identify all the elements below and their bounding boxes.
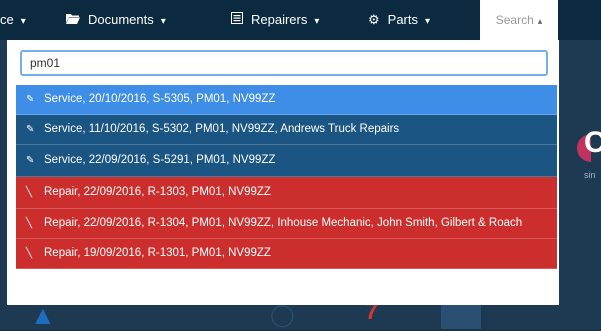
chevron-down-icon: ▾ (425, 16, 431, 27)
result-text: Service, 20/10/2016, S-5305, PM01, NV99Z… (44, 93, 276, 105)
search-result-item[interactable]: ✎ Service, 11/10/2016, S-5302, PM01, NV99… (16, 115, 557, 145)
hammer-icon: ╲ (26, 187, 33, 198)
nav-item-parts[interactable]: ⚙ Parts ▾ (368, 0, 430, 40)
search-results-list: ✎ Service, 20/10/2016, S-5305, PM01, NV99… (16, 85, 557, 269)
nav-item-label: Repairers (251, 12, 308, 27)
tool-icon: ◯ (270, 302, 295, 327)
nav-item-repairers[interactable]: Repairers ▾ (231, 0, 319, 40)
search-input[interactable] (20, 50, 548, 76)
search-result-item[interactable]: ✎ Service, 20/10/2016, S-5305, PM01, NV99… (16, 85, 557, 115)
result-text: Repair, 22/09/2016, R-1304, PM01, NV99ZZ… (44, 217, 523, 229)
hammer-icon: ╲ (26, 218, 33, 229)
chevron-down-icon: ▾ (20, 16, 26, 27)
chevron-down-icon: ▾ (314, 16, 320, 27)
wrench-icon: ✎ (26, 124, 35, 135)
chevron-down-icon: ▾ (160, 16, 166, 27)
top-navbar: ce ▾ Documents ▾ Repairers ▾ ⚙ Parts ▾ Search… (0, 0, 601, 40)
result-text: Service, 22/09/2016, S-5291, PM01, NV99Z… (44, 154, 276, 166)
search-menu-label: Search (495, 13, 534, 27)
folder-open-icon (66, 0, 80, 40)
wrench-icon: ✎ (26, 94, 35, 105)
hammer-icon: ╲ (26, 248, 33, 259)
search-menu-toggle[interactable]: Search ▴ (480, 0, 558, 40)
search-result-item[interactable]: ✎ Service, 22/09/2016, S-5291, PM01, NV99… (16, 145, 557, 177)
nav-item-label: Parts (387, 12, 418, 27)
result-text: Repair, 22/09/2016, R-1303, PM01, NV99ZZ (44, 186, 271, 198)
search-result-item[interactable]: ╲ Repair, 22/09/2016, R-1304, PM01, NV99Z… (16, 209, 557, 239)
search-result-item[interactable]: ╲ Repair, 19/09/2016, R-1301, PM01, NV99Z… (16, 239, 557, 269)
nav-item-label: ce (0, 12, 14, 27)
nav-item-documents[interactable]: Documents ▾ (66, 0, 166, 40)
nav-item-service[interactable]: ce ▾ (0, 0, 26, 40)
result-text: Repair, 19/09/2016, R-1301, PM01, NV99ZZ (44, 247, 271, 259)
result-text: Service, 11/10/2016, S-5302, PM01, NV99Z… (44, 123, 400, 135)
nav-item-label: Documents (88, 12, 154, 27)
search-result-item[interactable]: ╲ Repair, 22/09/2016, R-1303, PM01, NV99Z… (16, 177, 557, 209)
list-icon (231, 0, 243, 40)
brand-subtitle: sin (584, 170, 596, 180)
chevron-up-icon: ▴ (537, 16, 543, 26)
calendar-icon (441, 302, 481, 329)
brand-letter: C (584, 126, 601, 159)
wrench-icon: ✎ (26, 155, 35, 166)
gear-icon: ⚙ (368, 12, 380, 27)
